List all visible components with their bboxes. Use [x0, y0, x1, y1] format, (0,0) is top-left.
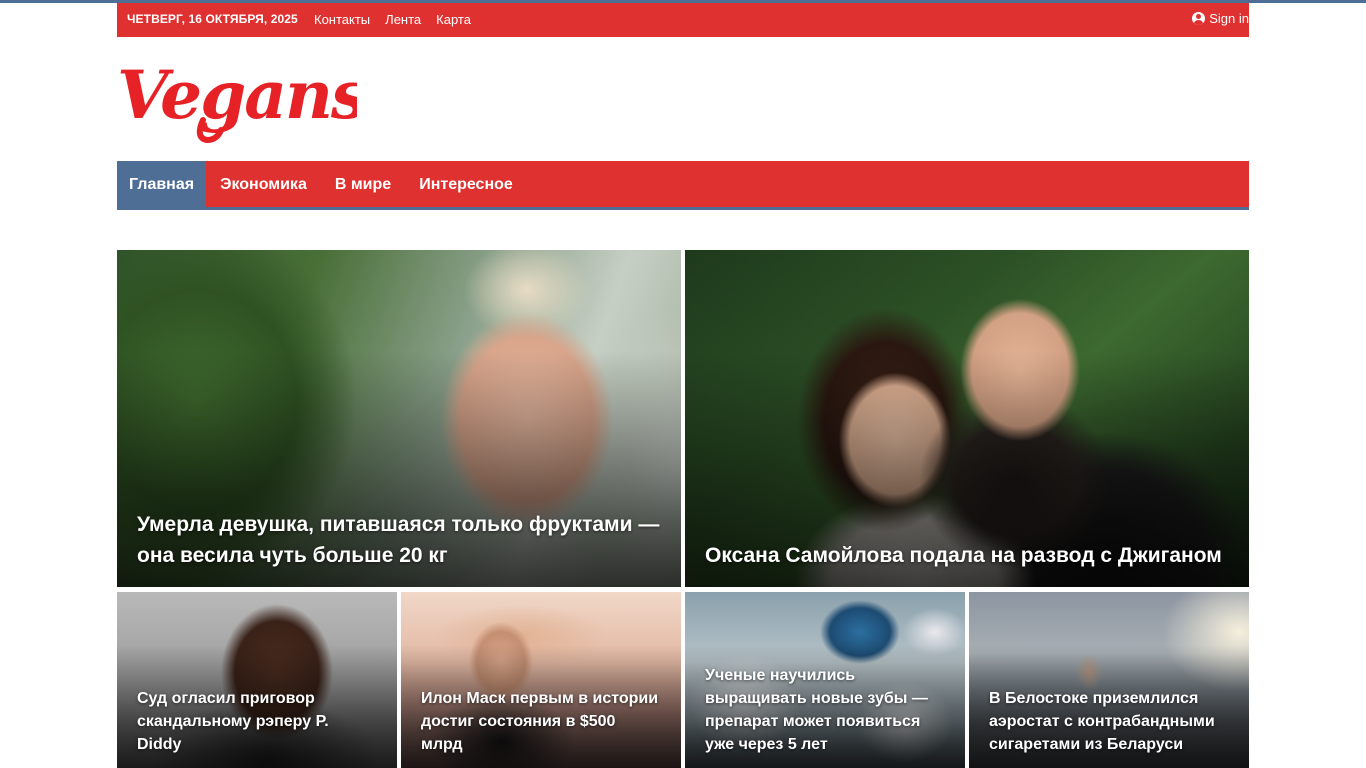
nav-item-home[interactable]: Главная: [117, 161, 207, 207]
logo-text: Vegans: [117, 56, 357, 134]
featured-article-card[interactable]: Умерла девушка, питавшаяся только фрукта…: [117, 250, 681, 587]
article-card[interactable]: Ученые научились выращивать новые зубы —…: [685, 592, 965, 768]
top-links: Контакты Лента Карта: [314, 12, 471, 27]
top-link-contacts[interactable]: Контакты: [314, 12, 370, 27]
article-card[interactable]: Илон Маск первым в истории достиг состоя…: [401, 592, 681, 768]
article-title[interactable]: Ученые научились выращивать новые зубы —…: [705, 664, 945, 756]
logo-image: Vegans: [117, 56, 357, 144]
article-card[interactable]: В Белостоке приземлился аэростат с контр…: [969, 592, 1249, 768]
user-circle-icon: [1192, 12, 1206, 25]
nav-item-world[interactable]: В мире: [321, 161, 405, 207]
article-title[interactable]: Умерла девушка, питавшаяся только фрукта…: [137, 509, 661, 571]
article-title[interactable]: Суд огласил приговор скандальному рэперу…: [137, 687, 377, 756]
article-title[interactable]: Оксана Самойлова подала на развод с Джиг…: [705, 540, 1229, 571]
top-link-feed[interactable]: Лента: [385, 12, 421, 27]
top-link-map[interactable]: Карта: [436, 12, 471, 27]
current-date: ЧЕТВЕРГ, 16 ОКТЯБРЯ, 2025: [127, 12, 298, 26]
article-card[interactable]: Суд огласил приговор скандальному рэперу…: [117, 592, 397, 768]
featured-article-card[interactable]: Оксана Самойлова подала на развод с Джиг…: [685, 250, 1249, 587]
sign-in-link[interactable]: Sign in: [1192, 11, 1249, 26]
article-title[interactable]: Илон Маск первым в истории достиг состоя…: [421, 687, 661, 756]
main-navigation: Главная Экономика В мире Интересное: [117, 161, 1249, 210]
article-title[interactable]: В Белостоке приземлился аэростат с контр…: [989, 687, 1229, 756]
site-logo[interactable]: Vegans: [117, 50, 357, 145]
nav-item-interesting[interactable]: Интересное: [405, 161, 527, 207]
sign-in-label: Sign in: [1209, 11, 1249, 26]
nav-item-economy[interactable]: Экономика: [206, 161, 321, 207]
top-bar: ЧЕТВЕРГ, 16 ОКТЯБРЯ, 2025 Контакты Лента…: [117, 3, 1249, 37]
